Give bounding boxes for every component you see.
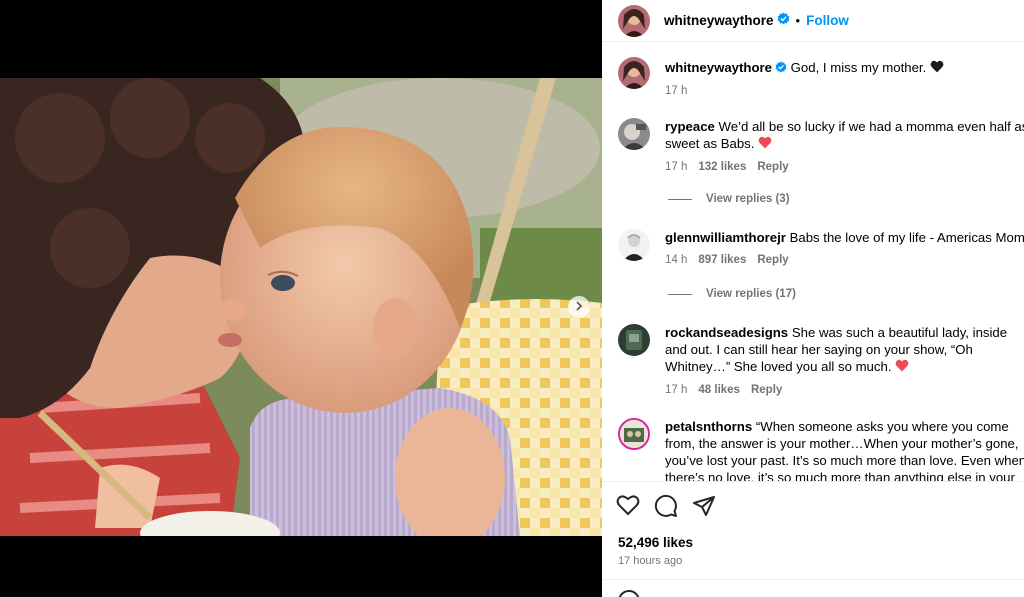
comment-text: We’d all be so lucky if we had a momma e… (665, 119, 1024, 151)
author-avatar[interactable] (618, 4, 650, 37)
like-icon[interactable] (616, 494, 640, 523)
commenter-avatar[interactable] (618, 418, 650, 450)
header-separator: • (795, 13, 801, 28)
comment-meta: 17 h 132 likes Reply (665, 159, 1024, 176)
caption-time: 17 h (665, 85, 688, 98)
comment-likes[interactable]: 132 likes (698, 159, 746, 176)
carousel-next-button[interactable] (568, 296, 590, 318)
view-replies-line (668, 293, 692, 295)
comment-body: rockandseadesigns She was such a beautif… (665, 324, 1024, 399)
comment-meta: 17 h 48 likes Reply (665, 382, 1024, 399)
comment-time: 17 h (665, 384, 688, 397)
comment-icon[interactable] (654, 494, 678, 523)
post-timestamp: 17 hours ago (618, 555, 683, 567)
action-icons (616, 494, 716, 523)
post-header: whitneywaythore • Follow (602, 0, 1024, 42)
view-replies-label: View replies (17) (706, 288, 796, 300)
comment-time: 17 h (665, 161, 688, 174)
instagram-post-viewer: whitneywaythore • Follow whitneywaythore… (0, 0, 1024, 597)
comment-text: Babs the love of my life - Americas Mom! (789, 230, 1024, 245)
commenter-username[interactable]: rockandseadesigns (665, 325, 788, 340)
commenter-avatar[interactable] (618, 229, 650, 261)
verified-badge-icon (775, 60, 787, 77)
comment-likes[interactable]: 897 likes (698, 252, 746, 269)
commenter-username[interactable]: glennwilliamthorejr (665, 230, 786, 245)
view-replies-line (668, 198, 692, 200)
caption-text: God, I miss my mother. (790, 60, 927, 75)
commenter-username[interactable]: rypeace (665, 119, 715, 134)
caption-body: whitneywaythore God, I miss my mother. 1… (665, 59, 1024, 100)
red-heart-icon (758, 136, 772, 153)
comment-likes[interactable]: 48 likes (698, 382, 740, 399)
reply-button[interactable]: Reply (751, 382, 782, 399)
post-panel: whitneywaythore • Follow whitneywaythore… (602, 0, 1024, 597)
comment-time: 14 h (665, 254, 688, 266)
view-replies-button[interactable]: View replies (17) (668, 288, 796, 300)
commenter-username[interactable]: petalsnthorns (665, 419, 752, 434)
carousel-next-icon (574, 298, 584, 316)
caption-meta: 17 h (665, 83, 1024, 100)
comment-meta: 14 h 897 likes Reply (665, 252, 1024, 269)
post-photo (0, 78, 602, 536)
reply-button[interactable]: Reply (757, 159, 788, 176)
media-area (0, 0, 602, 597)
emoji-icon[interactable] (618, 590, 640, 597)
follow-button[interactable]: Follow (806, 13, 849, 28)
likes-count[interactable]: 52,496 likes (618, 535, 693, 550)
red-heart-icon (895, 359, 909, 376)
share-icon[interactable] (692, 494, 716, 523)
verified-badge-icon (777, 11, 790, 30)
comment-body: rypeace We’d all be so lucky if we had a… (665, 118, 1024, 176)
caption-username[interactable]: whitneywaythore (665, 60, 772, 75)
black-heart-icon (930, 60, 944, 77)
view-replies-label: View replies (3) (706, 193, 790, 205)
author-username[interactable]: whitneywaythore (664, 13, 774, 28)
commenter-avatar[interactable] (618, 118, 650, 150)
commenter-avatar[interactable] (618, 324, 650, 356)
view-replies-button[interactable]: View replies (3) (668, 193, 790, 205)
reply-button[interactable]: Reply (757, 252, 788, 269)
post-actions: 52,496 likes 17 hours ago (602, 481, 1024, 597)
comment-body: glennwilliamthorejr Babs the love of my … (665, 229, 1024, 269)
author-avatar[interactable] (618, 57, 650, 89)
comments-list[interactable]: whitneywaythore God, I miss my mother. 1… (602, 43, 1024, 481)
comment-body: petalsnthorns “When someone asks you whe… (665, 418, 1024, 481)
divider (602, 579, 1024, 580)
